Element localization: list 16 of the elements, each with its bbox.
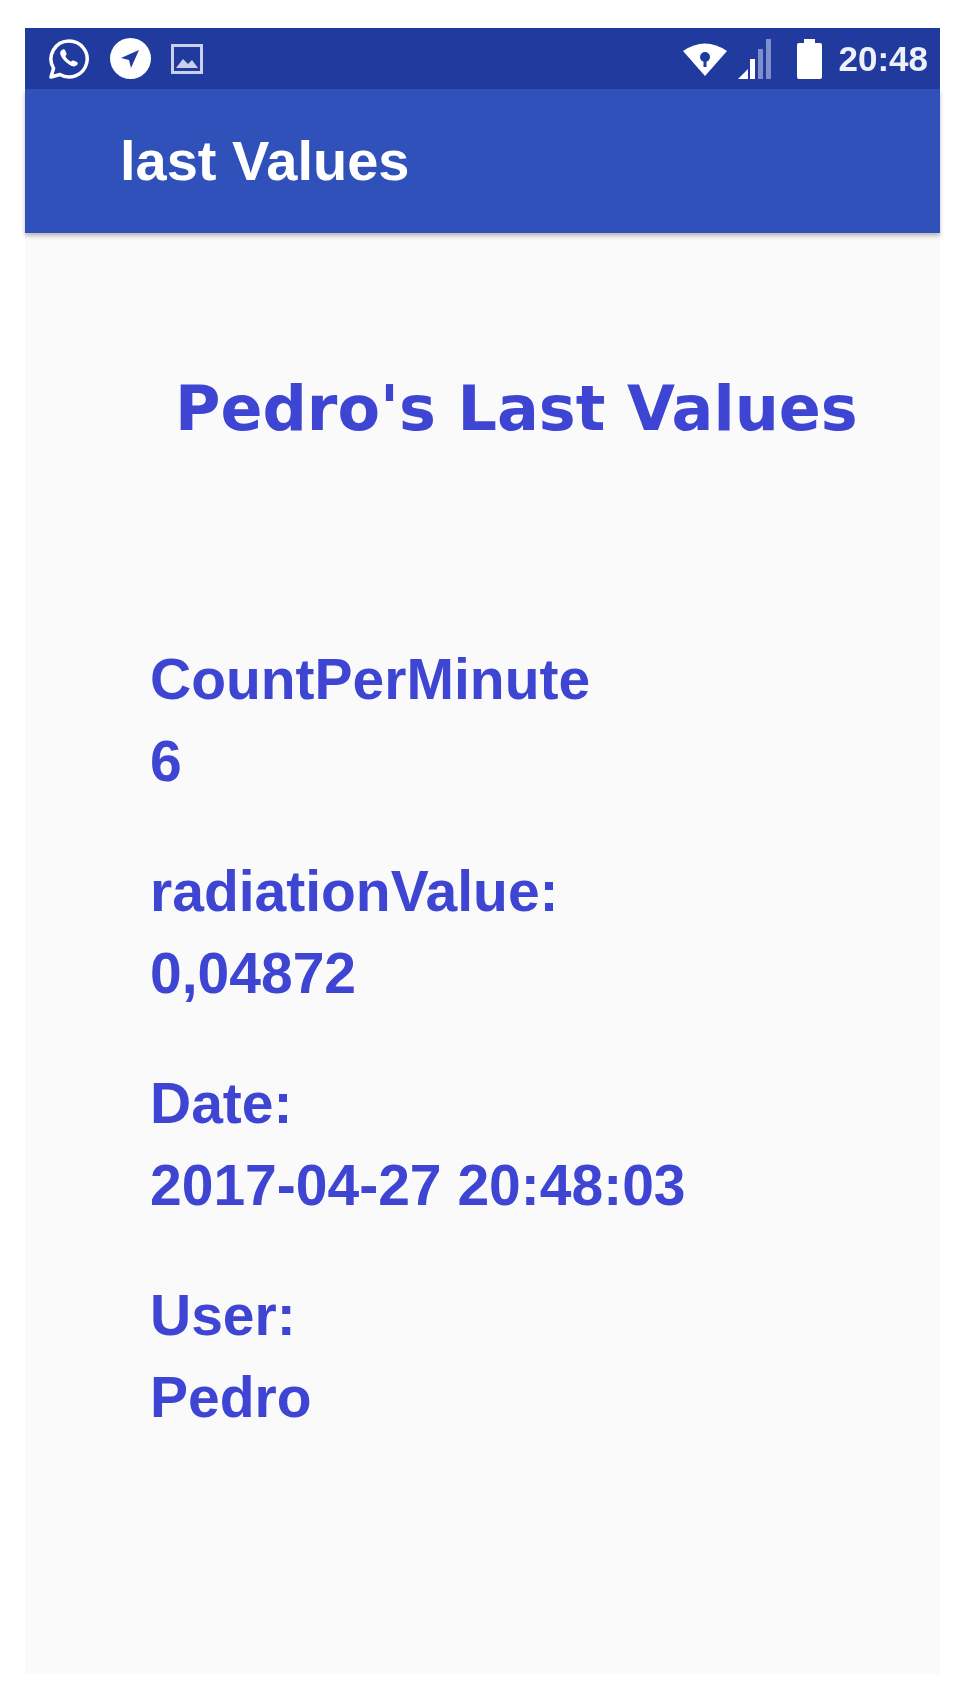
signal-icon xyxy=(738,38,774,79)
field-value: 2017-04-27 20:48:03 xyxy=(150,1152,686,1219)
image-icon xyxy=(171,43,203,74)
battery-icon xyxy=(797,38,823,79)
chat-phone-icon xyxy=(48,37,90,80)
page-heading: Pedro's Last Values xyxy=(175,372,858,445)
field-value: 0,04872 xyxy=(150,940,357,1007)
wifi-icon xyxy=(683,41,728,76)
field-label: radiationValue: xyxy=(150,858,559,925)
field-value: 6 xyxy=(150,728,182,795)
field-label: CountPerMinute xyxy=(150,646,591,713)
field-value: Pedro xyxy=(150,1364,312,1431)
field-label: Date: xyxy=(150,1070,293,1137)
app-bar-title: last Values xyxy=(120,129,410,193)
field-label: User: xyxy=(150,1282,296,1349)
status-time: 20:48 xyxy=(838,38,928,79)
